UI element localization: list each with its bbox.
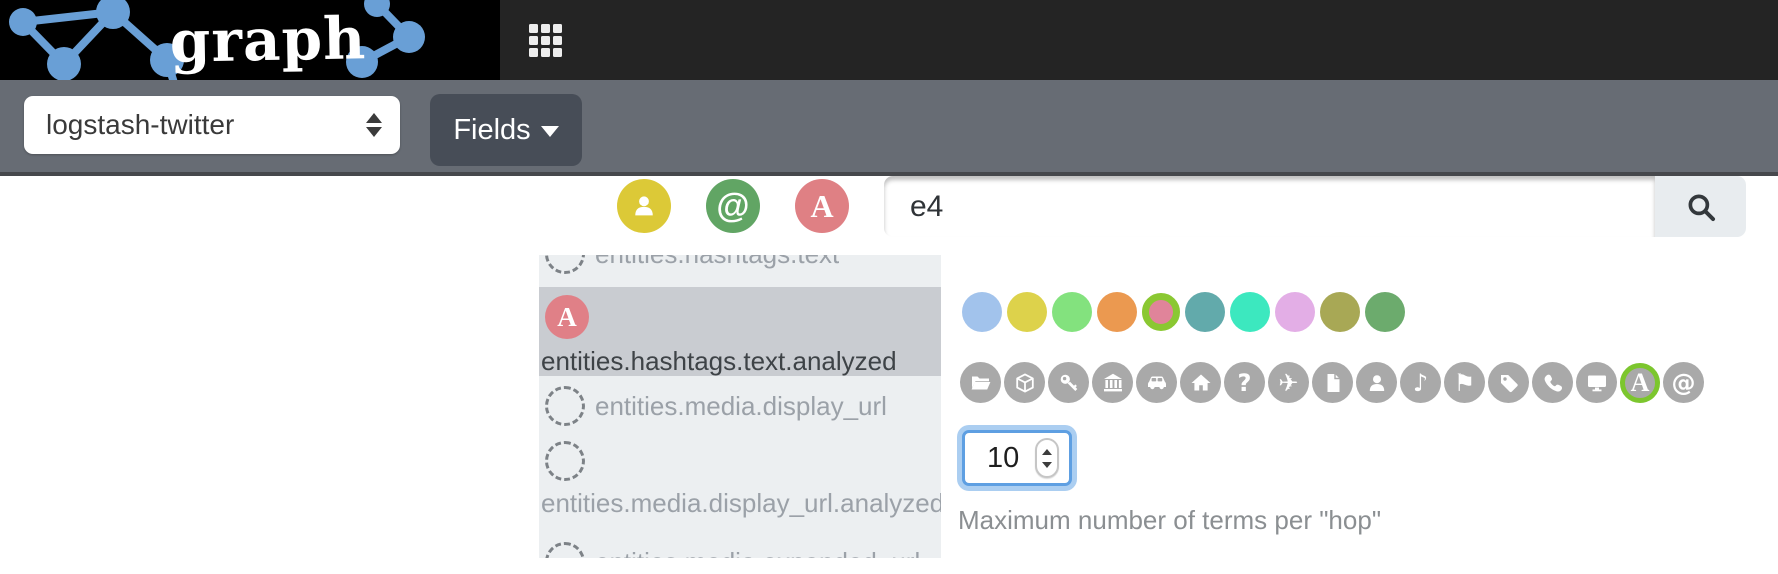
color-swatch[interactable] <box>962 292 1002 332</box>
vertex-badge-person[interactable] <box>617 179 671 233</box>
index-pattern-select[interactable]: logstash-twitter <box>24 96 400 154</box>
person-icon <box>630 192 658 220</box>
color-swatch[interactable] <box>1230 292 1270 332</box>
icon-swatch-key[interactable] <box>1048 362 1089 403</box>
field-label: entities.media.display_url.analyzed <box>541 488 941 519</box>
search-input[interactable] <box>884 176 1655 237</box>
dashed-circle-icon <box>545 386 585 426</box>
search-icon <box>1684 190 1718 224</box>
search-bar <box>884 176 1746 237</box>
field-list-item[interactable]: entities.media.display_url <box>539 376 941 436</box>
field-label: entities.media.expanded_url <box>595 547 920 559</box>
field-label: entities.media.display_url <box>595 391 887 422</box>
letter-a-badge-icon: A <box>545 295 589 339</box>
icon-swatch-question[interactable]: ? <box>1224 362 1265 403</box>
icon-swatch-bank[interactable] <box>1092 362 1133 403</box>
phone-icon <box>1541 371 1565 395</box>
key-icon <box>1057 371 1081 395</box>
icon-swatch-phone[interactable] <box>1532 362 1573 403</box>
icon-swatch-letter-a-selected[interactable]: A <box>1620 363 1660 403</box>
color-swatch[interactable] <box>1275 292 1315 332</box>
max-terms-input[interactable]: 10 <box>962 430 1072 486</box>
tag-icon <box>1497 371 1521 395</box>
icon-swatch-desktop[interactable] <box>1576 362 1617 403</box>
logo-text: graph <box>169 4 367 75</box>
question-mark-icon: ? <box>1238 371 1252 395</box>
field-list-item[interactable]: entities.hashtags.text <box>539 255 941 287</box>
color-swatch[interactable] <box>1320 292 1360 332</box>
icon-swatch-package[interactable] <box>1004 362 1045 403</box>
letter-a-icon: A <box>1631 370 1650 396</box>
field-list-scroll: entities.hashtags.text A entities.hashta… <box>539 255 941 558</box>
desktop-icon <box>1585 371 1609 395</box>
color-swatch[interactable] <box>1052 292 1092 332</box>
icon-swatch-folder-open[interactable] <box>960 362 1001 403</box>
field-label: entities.hashtags.text.analyzed <box>541 346 941 377</box>
letter-a-icon: A <box>810 188 833 225</box>
color-palette <box>962 286 1405 338</box>
fields-button[interactable]: Fields <box>430 94 582 166</box>
car-icon <box>1145 371 1169 395</box>
max-terms-value: 10 <box>987 442 1035 475</box>
index-pattern-value: logstash-twitter <box>46 109 366 141</box>
icon-swatch-home[interactable] <box>1180 362 1221 403</box>
field-list-item[interactable]: entities.media.display_url.analyzed <box>539 436 941 532</box>
field-list-item-selected[interactable]: A entities.hashtags.text.analyzed <box>539 287 941 376</box>
vertex-badge-letter-a[interactable]: A <box>795 179 849 233</box>
icon-swatch-tag[interactable] <box>1488 362 1529 403</box>
dashed-circle-icon <box>545 542 585 558</box>
icon-swatch-car[interactable] <box>1136 362 1177 403</box>
apps-menu-button[interactable] <box>516 12 574 68</box>
dashed-circle-icon <box>545 255 585 274</box>
color-swatch[interactable] <box>1185 292 1225 332</box>
field-list-item[interactable]: entities.media.expanded_url <box>539 532 941 558</box>
person-icon <box>1365 371 1389 395</box>
at-icon: @ <box>1672 371 1696 395</box>
bank-icon <box>1101 371 1125 395</box>
toolbar: logstash-twitter Fields @ A <box>0 80 1778 176</box>
field-label: entities.hashtags.text <box>595 255 839 270</box>
graph-logo-image: graph <box>0 0 500 80</box>
icon-palette: ? ✈ ♪ ⚑ <box>960 357 1704 408</box>
at-icon: @ <box>716 187 749 226</box>
music-note-icon: ♪ <box>1413 371 1428 395</box>
icon-swatch-plane[interactable]: ✈ <box>1268 362 1309 403</box>
icon-swatch-at[interactable]: @ <box>1663 362 1704 403</box>
vertex-badge-at[interactable]: @ <box>706 179 760 233</box>
graph-app-window: graph logstash-twitter Fields @ <box>0 0 1778 574</box>
fields-button-label: Fields <box>453 114 530 147</box>
app-header: graph <box>0 0 1778 80</box>
icon-swatch-music[interactable]: ♪ <box>1400 362 1441 403</box>
icon-swatch-flag[interactable]: ⚑ <box>1444 362 1485 403</box>
apps-grid-icon <box>529 24 562 57</box>
folder-open-icon <box>969 371 993 395</box>
dashed-circle-icon <box>545 441 585 481</box>
package-icon <box>1013 371 1037 395</box>
document-icon <box>1321 371 1345 395</box>
icon-swatch-document[interactable] <box>1312 362 1353 403</box>
field-list: entities.hashtags.text A entities.hashta… <box>539 255 941 558</box>
icon-swatch-person[interactable] <box>1356 362 1397 403</box>
search-button[interactable] <box>1655 176 1746 237</box>
color-swatch[interactable] <box>1365 292 1405 332</box>
max-terms-label: Maximum number of terms per "hop" <box>958 505 1381 536</box>
color-swatch[interactable] <box>1007 292 1047 332</box>
select-caret-icon <box>366 113 382 137</box>
flag-icon: ⚑ <box>1454 371 1476 395</box>
home-icon <box>1189 371 1213 395</box>
chevron-down-icon <box>541 126 559 137</box>
number-stepper[interactable] <box>1035 438 1059 478</box>
color-swatch-selected[interactable] <box>1142 293 1180 331</box>
graph-logo[interactable]: graph <box>0 0 500 80</box>
plane-icon: ✈ <box>1278 371 1298 395</box>
color-swatch[interactable] <box>1097 292 1137 332</box>
